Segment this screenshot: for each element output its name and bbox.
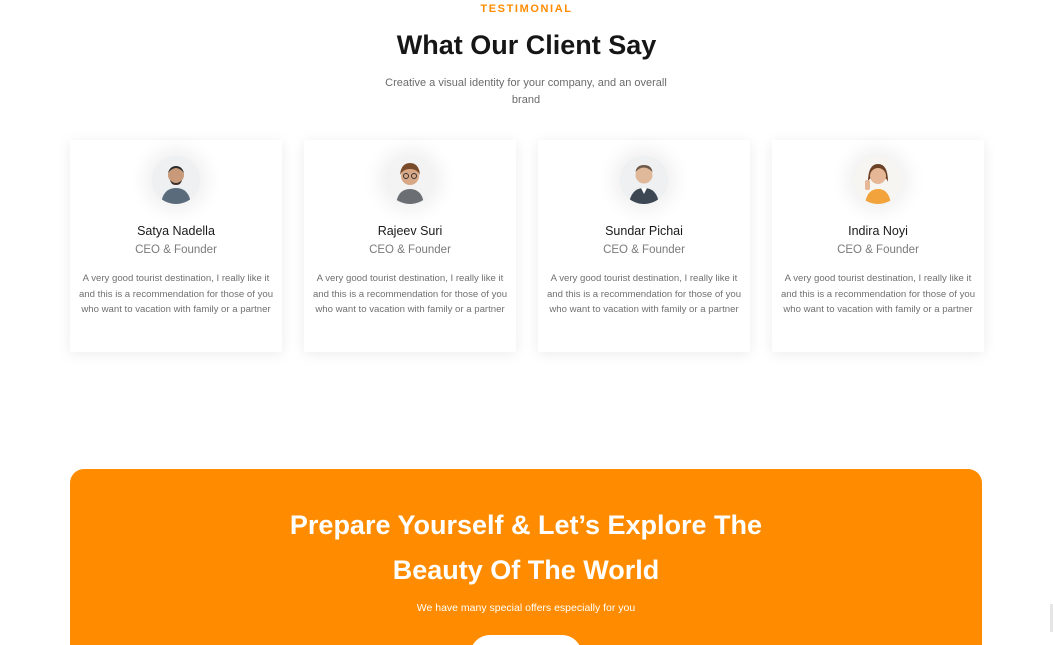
avatar [620, 156, 668, 204]
cta-title: Prepare Yourself & Let’s Explore The Bea… [70, 503, 982, 593]
person-avatar-icon [854, 156, 902, 204]
person-avatar-icon [386, 156, 434, 204]
client-name: Sundar Pichai [605, 224, 683, 238]
avatar [386, 156, 434, 204]
avatar [854, 156, 902, 204]
testimonial-card: Satya Nadella CEO & Founder A very good … [70, 140, 282, 352]
section-title: What Our Client Say [396, 30, 657, 60]
client-quote: A very good tourist destination, I reall… [78, 273, 274, 315]
section-eyebrow: TESTIMONIAL [480, 3, 573, 15]
person-avatar-icon [620, 156, 668, 204]
cta-title-line-1: Prepare Yourself & Let’s Explore The [289, 510, 763, 540]
section-subtitle: Creative a visual identity for your comp… [385, 77, 667, 106]
testimonial-card: Rajeev Suri CEO & Founder A very good to… [304, 140, 516, 352]
person-avatar-icon [152, 156, 200, 204]
testimonial-card: Indira Noyi CEO & Founder A very good to… [772, 140, 984, 352]
cta-subtitle: We have many special offers especially f… [416, 602, 636, 614]
cta-banner: Prepare Yourself & Let’s Explore The Bea… [70, 469, 982, 645]
cta-button[interactable] [470, 635, 582, 645]
client-quote: A very good tourist destination, I reall… [312, 273, 508, 315]
client-role: CEO & Founder [369, 244, 451, 256]
testimonial-list: Satya Nadella CEO & Founder A very good … [70, 140, 984, 352]
client-role: CEO & Founder [603, 244, 685, 256]
testimonial-card: Sundar Pichai CEO & Founder A very good … [538, 140, 750, 352]
client-quote: A very good tourist destination, I reall… [780, 273, 976, 315]
avatar [152, 156, 200, 204]
client-name: Satya Nadella [137, 224, 215, 238]
client-name: Indira Noyi [848, 224, 908, 238]
client-role: CEO & Founder [135, 244, 217, 256]
client-name: Rajeev Suri [377, 224, 443, 238]
testimonial-page: TESTIMONIAL What Our Client Say Creative… [0, 0, 1053, 645]
cta-title-line-2: Beauty Of The World [392, 555, 660, 585]
client-role: CEO & Founder [837, 244, 919, 256]
client-quote: A very good tourist destination, I reall… [546, 273, 742, 315]
